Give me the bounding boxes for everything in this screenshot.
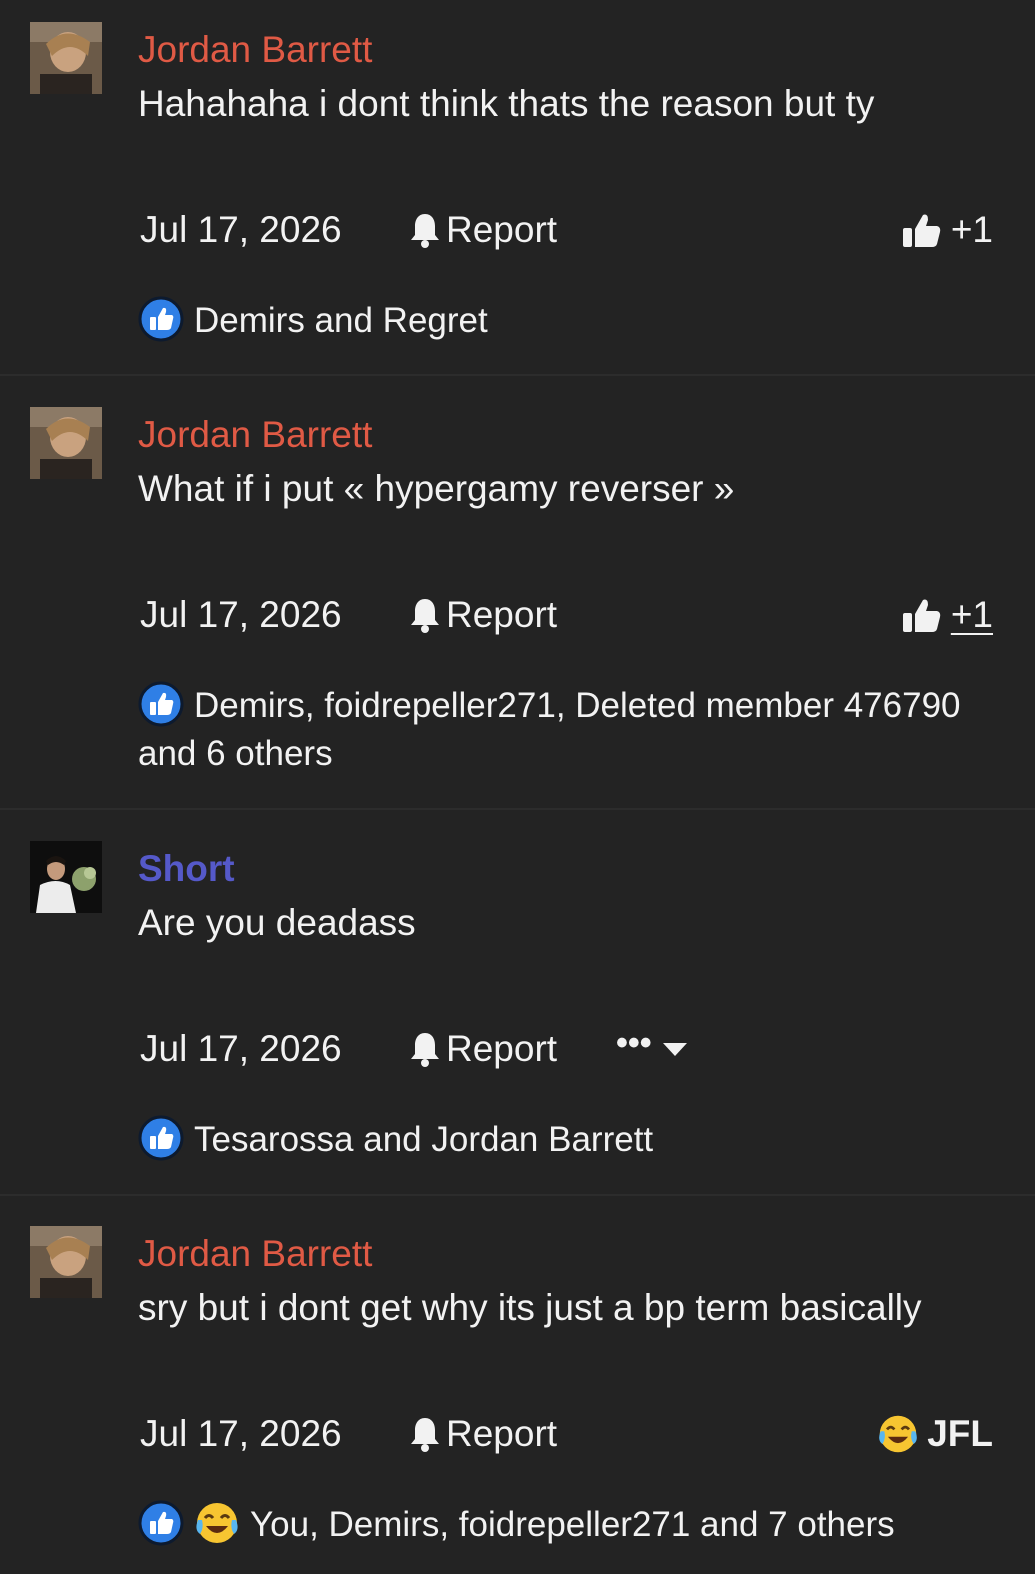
post-date[interactable]: Jul 17, 2026 [140, 1412, 342, 1456]
post: Jordan Barrett sry but i dont get why it… [0, 1196, 1035, 1574]
like-reaction-icon [138, 1500, 184, 1546]
post-message: Are you deadass [138, 902, 416, 943]
post-date[interactable]: Jul 17, 2026 [140, 593, 342, 637]
post-meta: Jul 17, 2026 Report [140, 1412, 1000, 1456]
reaction-label: +1 [950, 594, 993, 635]
bell-icon [411, 1033, 439, 1067]
author-name[interactable]: Jordan Barrett [138, 28, 372, 72]
reactions-text: You, Demirs, foidrepeller271 and 7 other… [250, 1505, 895, 1544]
thread-feed: Jordan Barrett Hahahaha i dont think tha… [0, 0, 1035, 1574]
reactions-text: Demirs and Regret [194, 301, 488, 340]
report-button[interactable]: Report [408, 208, 557, 252]
report-button[interactable]: Report [408, 1027, 557, 1071]
post-date[interactable]: Jul 17, 2026 [140, 208, 342, 252]
author-name[interactable]: Short [138, 847, 235, 891]
post: Jordan Barrett What if i put « hypergamy… [0, 376, 1035, 810]
post-meta: Jul 17, 2026 Report [140, 208, 1000, 252]
bell-icon [411, 1418, 439, 1452]
like-reaction-icon [138, 1115, 184, 1161]
report-label: Report [446, 1413, 558, 1454]
report-button[interactable]: Report [408, 1412, 557, 1456]
bell-icon [411, 214, 439, 248]
report-button[interactable]: Report [408, 593, 557, 637]
like-reaction-icon [138, 296, 184, 342]
post-message: Hahahaha i dont think thats the reason b… [138, 83, 875, 124]
post-message: sry but i dont get why its just a bp ter… [138, 1287, 922, 1328]
post-meta: Jul 17, 2026 Report ••• [140, 1024, 1000, 1071]
thumbs-up-icon [902, 214, 941, 247]
report-label: Report [446, 594, 558, 635]
report-label: Report [446, 209, 558, 250]
author-name[interactable]: Jordan Barrett [138, 1232, 372, 1276]
laughing-crying-emoji-icon [194, 1500, 240, 1546]
reactions-summary[interactable]: Demirs, foidrepeller271, Deleted member … [138, 681, 998, 778]
reaction-label: JFL [927, 1413, 993, 1454]
report-label: Report [446, 1028, 558, 1069]
reaction-label: +1 [950, 209, 993, 250]
reactions-summary[interactable]: You, Demirs, foidrepeller271 and 7 other… [138, 1500, 998, 1549]
avatar[interactable] [30, 22, 102, 94]
like-reaction-icon [138, 681, 184, 727]
post: Jordan Barrett Hahahaha i dont think tha… [0, 0, 1035, 376]
bell-icon [411, 599, 439, 633]
reactions-summary[interactable]: Demirs and Regret [138, 296, 998, 345]
jfl-reaction-button[interactable]: JFL [877, 1412, 993, 1456]
avatar[interactable] [30, 841, 102, 913]
reactions-text: Tesarossa and Jordan Barrett [194, 1120, 654, 1159]
reactions-summary[interactable]: Tesarossa and Jordan Barrett [138, 1115, 998, 1164]
reactions-text: Demirs, foidrepeller271, Deleted member … [138, 686, 961, 773]
laughing-crying-emoji-icon [879, 1415, 918, 1453]
thumbs-up-icon [902, 599, 941, 632]
avatar[interactable] [30, 1226, 102, 1298]
post-date[interactable]: Jul 17, 2026 [140, 1027, 342, 1071]
avatar[interactable] [30, 407, 102, 479]
like-button[interactable]: +1 [901, 593, 993, 637]
author-name[interactable]: Jordan Barrett [138, 413, 372, 457]
more-options-button[interactable]: ••• [616, 1024, 688, 1071]
post: Short Are you deadass Jul 17, 2026 Repor… [0, 810, 1035, 1196]
post-meta: Jul 17, 2026 Report [140, 593, 1000, 637]
post-message: What if i put « hypergamy reverser » [138, 468, 735, 509]
chevron-down-icon [662, 1043, 687, 1056]
like-button[interactable]: +1 [901, 208, 993, 252]
more-dots: ••• [616, 1024, 652, 1062]
